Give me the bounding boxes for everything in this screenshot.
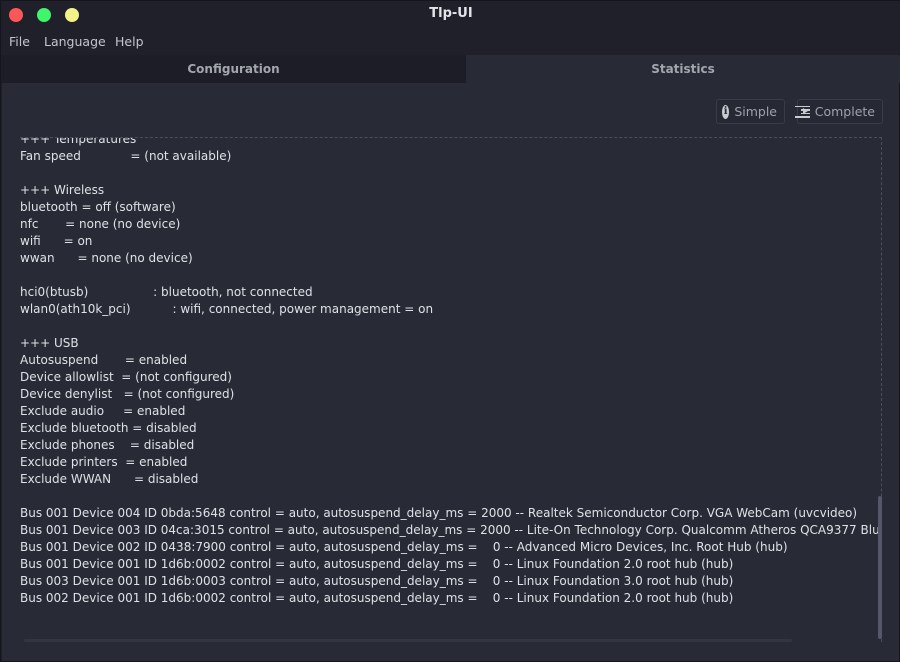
indent-list-icon (794, 105, 810, 119)
output-line: Autosuspend = enabled (20, 353, 188, 367)
output-line: wlan0(ath10k_pci) : wifi, connected, pow… (20, 302, 434, 316)
simple-button-label: Simple (734, 104, 777, 119)
app-window: Tlp-UI File Language Help Configuration … (0, 0, 900, 662)
output-line: wifi = on (20, 234, 93, 248)
info-icon: i (722, 104, 730, 119)
output-line: Exclude bluetooth = disabled (20, 421, 197, 435)
title-bar: Tlp-UI (1, 1, 900, 30)
output-line: Exclude audio = enabled (20, 404, 186, 418)
output-line: Bus 001 Device 001 ID 1d6b:0002 control … (20, 557, 734, 571)
output-line: Device allowlist = (not configured) (20, 370, 232, 384)
tab-configuration[interactable]: Configuration (1, 55, 466, 83)
output-line: +++ Temperatures (20, 137, 137, 146)
output-line: bluetooth = off (software) (20, 200, 176, 214)
statistics-output[interactable]: +++ Temperatures Fan speed = (not availab… (20, 137, 882, 642)
statistics-panel: i Simple Complete +++ Temperatures Fan sp… (2, 83, 899, 661)
output-line: Exclude WWAN = disabled (20, 472, 199, 486)
horizontal-scrollbar[interactable] (24, 639, 792, 642)
complete-button-label: Complete (814, 104, 875, 119)
output-line: wwan = none (no device) (20, 251, 193, 265)
output-line: nfc = none (no device) (20, 217, 181, 231)
menu-bar: File Language Help (1, 30, 900, 54)
output-line: Exclude phones = disabled (20, 438, 195, 452)
output-line: Bus 002 Device 001 ID 1d6b:0002 control … (20, 591, 734, 605)
output-line: Bus 001 Device 003 ID 04ca:3015 control … (20, 523, 882, 537)
simple-button[interactable]: i Simple (716, 99, 785, 124)
output-line: Exclude printers = enabled (20, 455, 188, 469)
vertical-scrollbar[interactable] (878, 496, 882, 639)
output-text: +++ Temperatures Fan speed = (not availab… (20, 137, 882, 607)
tab-statistics[interactable]: Statistics (466, 55, 900, 83)
output-line: Bus 001 Device 004 ID 0bda:5648 control … (20, 506, 858, 520)
output-line: Fan speed = (not available) (20, 149, 232, 163)
output-line: +++ Wireless (20, 183, 105, 197)
tab-bar: Configuration Statistics (1, 55, 900, 83)
output-line: Bus 003 Device 001 ID 1d6b:0003 control … (20, 574, 734, 588)
window-title: Tlp-UI (429, 6, 473, 21)
complete-button[interactable]: Complete (794, 99, 883, 124)
output-line: Device denylist = (not configured) (20, 387, 235, 401)
output-line: hci0(btusb) : bluetooth, not connected (20, 285, 313, 299)
menu-help[interactable]: Help (115, 34, 144, 49)
menu-file[interactable]: File (9, 34, 30, 49)
menu-language[interactable]: Language (44, 34, 106, 49)
output-line: +++ USB (20, 336, 79, 350)
output-line: Bus 001 Device 002 ID 0438:7900 control … (20, 540, 788, 554)
